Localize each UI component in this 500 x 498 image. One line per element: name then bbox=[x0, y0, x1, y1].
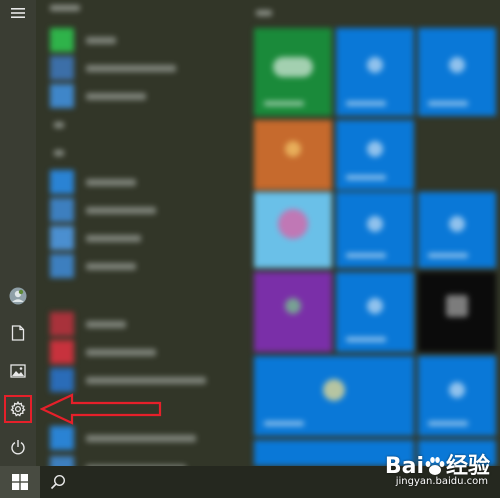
tile-group-header bbox=[256, 10, 272, 16]
app-list-letter bbox=[54, 122, 64, 128]
app-list-item[interactable] bbox=[50, 170, 240, 194]
tile-app[interactable] bbox=[254, 272, 332, 352]
start-button[interactable] bbox=[0, 466, 40, 498]
search-icon bbox=[50, 474, 66, 490]
power-icon[interactable] bbox=[8, 437, 28, 457]
document-icon[interactable] bbox=[8, 323, 28, 343]
tile-app[interactable] bbox=[418, 356, 496, 436]
settings-highlight-box bbox=[4, 395, 32, 423]
app-list-item[interactable] bbox=[50, 368, 240, 392]
app-list-item[interactable] bbox=[50, 226, 240, 250]
tile-app[interactable] bbox=[336, 192, 414, 268]
app-list-item[interactable] bbox=[50, 426, 240, 450]
tile-app[interactable] bbox=[336, 120, 414, 190]
app-list-item[interactable] bbox=[50, 28, 240, 52]
app-list-header bbox=[50, 5, 80, 11]
tile-app[interactable] bbox=[418, 192, 496, 268]
tile-game[interactable] bbox=[254, 120, 332, 190]
app-list-item[interactable] bbox=[50, 340, 240, 364]
app-list-item[interactable] bbox=[50, 198, 240, 222]
pointer-arrow-icon bbox=[40, 393, 162, 425]
app-list-letter bbox=[54, 150, 64, 156]
avatar[interactable] bbox=[8, 286, 28, 306]
app-list-item[interactable] bbox=[50, 254, 240, 278]
tile-game[interactable] bbox=[254, 192, 332, 268]
tile-store[interactable] bbox=[254, 28, 332, 116]
tile-app[interactable] bbox=[418, 28, 496, 116]
app-list-item[interactable] bbox=[50, 312, 240, 336]
paw-icon bbox=[425, 457, 445, 475]
picture-icon[interactable] bbox=[8, 361, 28, 381]
search-button[interactable] bbox=[42, 466, 74, 498]
app-list-item[interactable] bbox=[50, 84, 240, 108]
watermark: Bai 经验 jingyan.baidu.com bbox=[360, 448, 490, 492]
windows-logo-icon bbox=[12, 474, 28, 490]
tile-weather[interactable] bbox=[254, 356, 414, 436]
tile-app[interactable] bbox=[418, 272, 496, 352]
hamburger-icon[interactable] bbox=[8, 3, 28, 23]
watermark-url: jingyan.baidu.com bbox=[395, 476, 488, 487]
start-menu-screen: Bai 经验 jingyan.baidu.com bbox=[0, 0, 500, 498]
tile-app[interactable] bbox=[336, 272, 414, 352]
tile-app[interactable] bbox=[336, 28, 414, 116]
app-list-item[interactable] bbox=[50, 56, 240, 80]
